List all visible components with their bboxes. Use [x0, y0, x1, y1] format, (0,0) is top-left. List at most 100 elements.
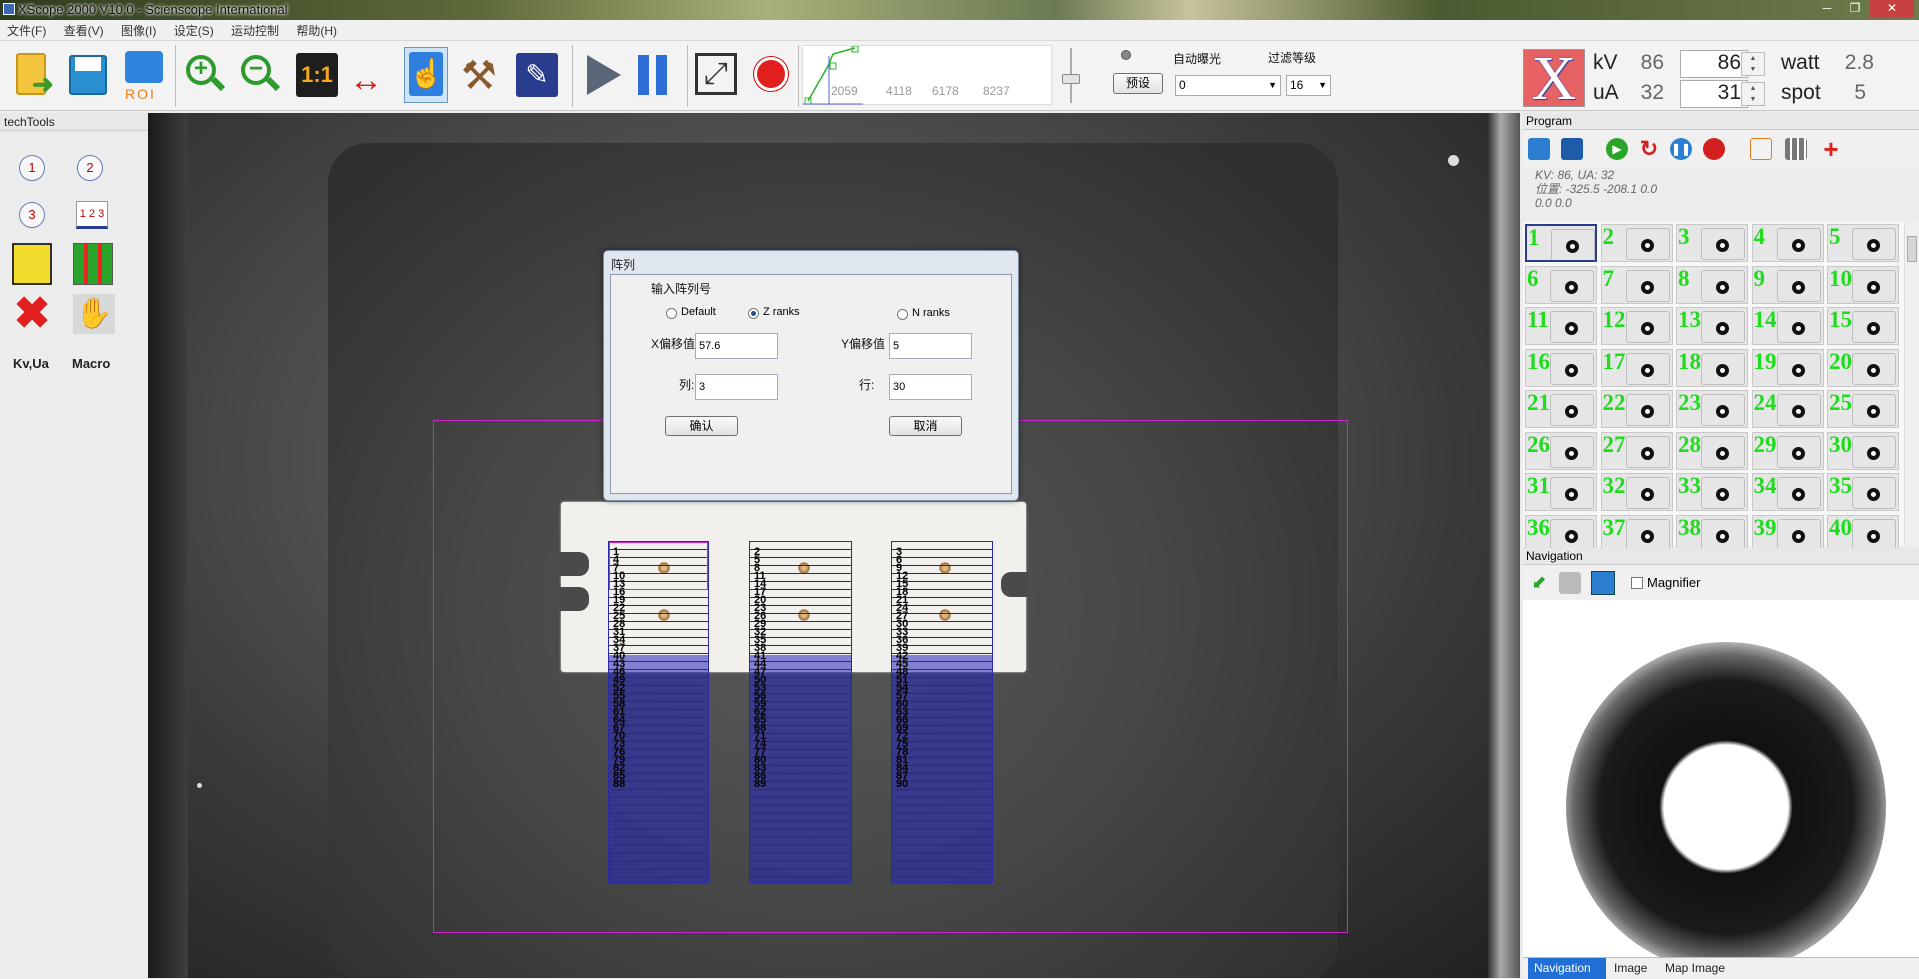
program-thumbnail[interactable]: 8 [1676, 265, 1748, 304]
navigation-preview[interactable] [1523, 600, 1919, 957]
marker-1-button[interactable]: 1 [19, 155, 45, 181]
program-thumbnail[interactable]: 16 [1525, 348, 1597, 387]
program-thumbnail[interactable]: 26 [1525, 431, 1597, 470]
program-thumbnail[interactable]: 1 [1525, 224, 1597, 262]
program-thumbnail[interactable]: 4 [1751, 224, 1824, 262]
kv-setpoint-input[interactable]: 86 [1680, 50, 1748, 78]
ua-spinner[interactable]: ▲ ▼ [1741, 82, 1765, 106]
program-thumbnail[interactable]: 14 [1751, 307, 1824, 345]
program-thumbnail[interactable]: 5 [1827, 224, 1899, 262]
stop-button[interactable] [750, 47, 794, 103]
array-column-3[interactable]: 3 6 9 12 15 18 21 24 27 30 33 36 39 42 4… [891, 541, 993, 884]
run-program-icon[interactable]: ▶ [1606, 138, 1628, 160]
tab-navigation[interactable]: Navigation [1528, 958, 1606, 979]
annotate-button[interactable]: ✎ [514, 47, 558, 103]
save-button[interactable] [65, 47, 109, 103]
cancel-button[interactable]: 取消 [889, 416, 962, 436]
grid-view-icon[interactable] [1785, 138, 1807, 160]
pause-program-icon[interactable]: ❚❚ [1670, 138, 1692, 160]
program-thumbnail[interactable]: 33 [1676, 473, 1748, 511]
actual-size-button[interactable]: 1:1 [294, 47, 338, 103]
confirm-button[interactable]: 确认 [665, 416, 738, 436]
kv-spinner[interactable]: ▲ ▼ [1741, 52, 1765, 76]
radio-default[interactable] [666, 308, 677, 319]
open-program-icon[interactable] [1528, 138, 1550, 160]
minimize-button[interactable]: ─ [1814, 0, 1840, 18]
menu-file[interactable]: 文件(F) [0, 20, 53, 41]
maximize-button[interactable]: ❐ [1842, 0, 1868, 18]
macro-label[interactable]: Macro [72, 356, 110, 371]
kv-ua-label[interactable]: Kv,Ua [13, 356, 49, 371]
array-column-2[interactable]: 2 5 8 11 14 17 20 23 26 29 32 35 38 41 4… [749, 541, 852, 884]
radio-n-ranks[interactable] [897, 309, 908, 320]
program-thumbnail[interactable]: 27 [1600, 431, 1673, 470]
radio-default-label[interactable]: Default [681, 306, 716, 318]
program-thumbnail[interactable]: 10 [1827, 265, 1899, 304]
program-thumbnail[interactable]: 13 [1676, 307, 1748, 345]
program-thumbnail[interactable]: 37 [1600, 514, 1673, 553]
filter-level-select[interactable]: 16 [1286, 75, 1331, 96]
tab-image[interactable]: Image [1608, 958, 1653, 979]
program-thumbnail[interactable]: 25 [1827, 390, 1899, 428]
columns-input[interactable]: 3 [695, 374, 778, 400]
play-button[interactable] [583, 47, 627, 103]
add-icon[interactable]: + [1820, 136, 1842, 162]
camera-icon[interactable] [1559, 572, 1581, 594]
program-thumbnail[interactable]: 31 [1525, 473, 1597, 511]
refresh-icon[interactable]: ↻ [1638, 138, 1660, 160]
program-thumbnail[interactable]: 38 [1676, 514, 1748, 553]
histogram-panel[interactable]: 2059 4118 6178 8237 [802, 45, 1052, 105]
magnifier-label[interactable]: Magnifier [1647, 575, 1700, 590]
program-thumbnail[interactable]: 11 [1525, 307, 1597, 345]
program-thumbnail[interactable]: 24 [1751, 390, 1824, 428]
delete-x-icon[interactable]: ✖ [12, 292, 52, 336]
save-program-icon[interactable] [1561, 138, 1583, 160]
preset-select[interactable]: 0 [1175, 75, 1281, 96]
tab-map-image[interactable]: Map Image [1659, 958, 1731, 979]
zoom-out-button[interactable]: − [238, 47, 282, 103]
program-thumbnail[interactable]: 39 [1751, 514, 1824, 553]
program-thumbnail[interactable]: 22 [1600, 390, 1673, 428]
program-thumbnail[interactable]: 20 [1827, 348, 1899, 387]
program-thumbnail[interactable]: 21 [1525, 390, 1597, 428]
x-offset-input[interactable]: 57.6 [695, 333, 778, 359]
menu-help[interactable]: 帮助(H) [289, 20, 344, 41]
program-thumbnail[interactable]: 19 [1751, 348, 1824, 387]
program-thumbnail[interactable]: 2 [1600, 224, 1673, 262]
program-thumbnail[interactable]: 34 [1751, 473, 1824, 511]
program-thumbnail[interactable]: 30 [1827, 431, 1899, 470]
program-thumbnail[interactable]: 12 [1600, 307, 1673, 345]
marker-3-button[interactable]: 3 [19, 202, 45, 228]
roi-button[interactable]: ROI [122, 47, 166, 103]
close-button[interactable]: ✕ [1870, 0, 1914, 18]
menu-motion[interactable]: 运动控制 [224, 20, 286, 41]
program-thumbnail[interactable]: 6 [1525, 265, 1597, 304]
program-thumbnail[interactable]: 18 [1676, 348, 1748, 387]
open-button[interactable]: ➜ [10, 47, 54, 103]
program-thumbnail[interactable]: 28 [1676, 431, 1748, 470]
navigate-arrow-icon[interactable]: ⬋ [1528, 572, 1550, 594]
copy-pages-icon[interactable] [12, 243, 52, 285]
program-thumbnail[interactable]: 36 [1525, 514, 1597, 553]
xray-logo[interactable]: X [1523, 48, 1585, 110]
vertical-slider-thumb[interactable] [1062, 74, 1080, 84]
program-thumbnail[interactable]: 32 [1600, 473, 1673, 511]
y-offset-input[interactable]: 5 [889, 333, 972, 359]
stop-program-icon[interactable] [1703, 138, 1725, 160]
program-thumbnail[interactable]: 9 [1751, 265, 1824, 304]
sequence-numbers-button[interactable]: 1 2 3 [76, 201, 108, 229]
xray-image-viewport[interactable]: 1 4 7 10 13 16 19 22 25 28 31 34 37 40 4… [148, 113, 1520, 978]
program-thumbnail[interactable]: 40 [1827, 514, 1899, 553]
pause-button[interactable] [636, 47, 680, 103]
hand-macro-icon[interactable]: ✋ [73, 294, 115, 334]
menu-settings[interactable]: 设定(S) [167, 20, 221, 41]
array-grid-icon[interactable] [73, 243, 113, 285]
rows-input[interactable]: 30 [889, 374, 972, 400]
marker-2-button[interactable]: 2 [77, 155, 103, 181]
magnifier-checkbox[interactable] [1631, 577, 1643, 589]
radio-z-ranks[interactable] [748, 308, 759, 319]
radio-z-ranks-label[interactable]: Z ranks [763, 306, 800, 318]
program-thumbnail[interactable]: 17 [1600, 348, 1673, 387]
scrollbar-thumb[interactable] [1907, 236, 1917, 262]
ua-setpoint-input[interactable]: 31 [1680, 80, 1748, 108]
